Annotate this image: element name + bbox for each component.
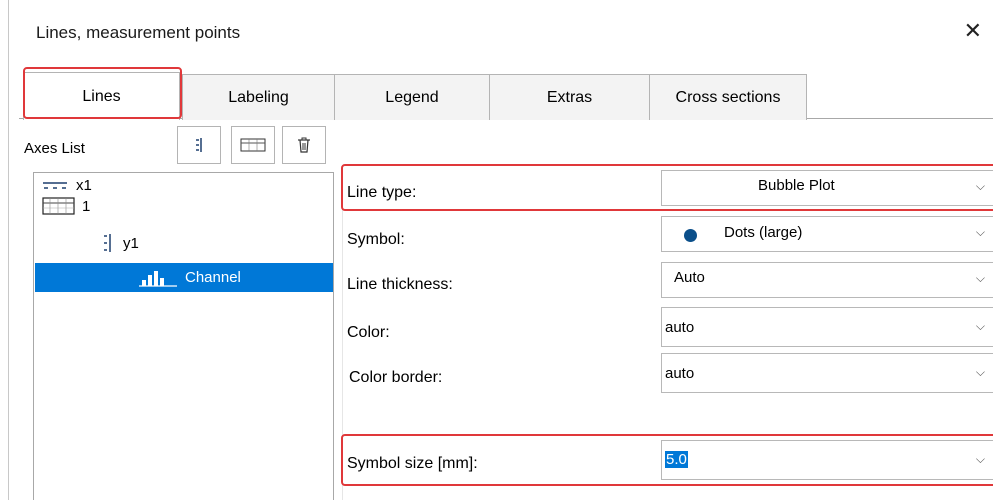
- dot-icon: [684, 229, 697, 242]
- dialog-title: Lines, measurement points: [36, 23, 241, 42]
- axes-list-label: Axes List: [24, 140, 85, 157]
- trash-icon: [298, 137, 310, 153]
- grid-icon: [240, 138, 266, 152]
- axis-button[interactable]: [177, 126, 221, 164]
- line-type-label: Line type:: [347, 184, 417, 201]
- line-thickness-value: Auto: [674, 269, 705, 286]
- color-border-value: auto: [665, 365, 695, 382]
- divider: [342, 167, 343, 500]
- tab-label: Extras: [546, 88, 593, 106]
- dialog-window: Lines, measurement points ✕ Lines Labeli…: [8, 0, 993, 500]
- histogram-icon: [139, 270, 177, 287]
- tree-item-label: y1: [123, 234, 139, 252]
- line-thickness-label: Line thickness:: [347, 276, 453, 293]
- tab-cross-sections[interactable]: Cross sections: [649, 74, 807, 120]
- delete-button[interactable]: [282, 126, 326, 164]
- symbol-label: Symbol:: [347, 231, 405, 248]
- tree-item-label: Channel: [185, 269, 241, 286]
- chevron-down-icon: ⌵: [975, 271, 985, 285]
- tab-labeling[interactable]: Labeling: [182, 74, 335, 120]
- tree-item-label: 1: [82, 197, 91, 215]
- color-border-dropdown[interactable]: auto ⌵: [661, 353, 993, 393]
- color-label: Color:: [347, 324, 390, 341]
- symbol-size-value: 5.0: [665, 451, 688, 468]
- grid-button[interactable]: [231, 126, 275, 164]
- symbol-value: Dots (large): [724, 224, 803, 241]
- chevron-down-icon: ⌵: [975, 179, 985, 193]
- tab-lines[interactable]: Lines: [23, 72, 180, 120]
- chevron-down-icon: ⌵: [975, 365, 985, 379]
- symbol-size-label: Symbol size [mm]:: [347, 455, 478, 472]
- tree-item-y1[interactable]: y1: [99, 233, 139, 253]
- close-icon[interactable]: ✕: [964, 18, 982, 44]
- symbol-size-input[interactable]: 5.0 ⌵: [661, 440, 993, 480]
- chevron-down-icon: ⌵: [975, 319, 985, 333]
- table-icon: [42, 197, 75, 215]
- axis-icon: [196, 138, 202, 152]
- color-dropdown[interactable]: auto ⌵: [661, 307, 993, 347]
- tab-extras[interactable]: Extras: [489, 74, 650, 120]
- chevron-down-icon: ⌵: [975, 452, 985, 466]
- symbol-dropdown[interactable]: Dots (large) ⌵: [661, 216, 993, 252]
- tab-label: Lines: [82, 87, 121, 105]
- line-thickness-dropdown[interactable]: Auto ⌵: [661, 262, 993, 298]
- tab-label: Cross sections: [675, 88, 781, 106]
- line-type-dropdown[interactable]: Bubble Plot ⌵: [661, 170, 993, 206]
- tab-label: Labeling: [228, 88, 289, 106]
- x-axis-icon: [43, 181, 67, 189]
- tab-label: Legend: [385, 88, 439, 106]
- axes-tree[interactable]: x1 1 y1 Channel: [33, 172, 334, 500]
- tree-item-label: x1: [76, 177, 92, 194]
- chevron-down-icon: ⌵: [975, 225, 985, 239]
- color-value: auto: [665, 319, 695, 336]
- tree-item-channel[interactable]: Channel: [35, 263, 333, 292]
- title-bar: Lines, measurement points ✕: [9, 0, 993, 68]
- tree-item-1[interactable]: 1: [42, 196, 90, 216]
- color-border-label: Color border:: [349, 369, 443, 386]
- tree-item-x1[interactable]: x1: [42, 177, 92, 194]
- line-type-value: Bubble Plot: [758, 177, 835, 194]
- y-axis-icon: [104, 234, 111, 252]
- tab-legend[interactable]: Legend: [334, 74, 490, 120]
